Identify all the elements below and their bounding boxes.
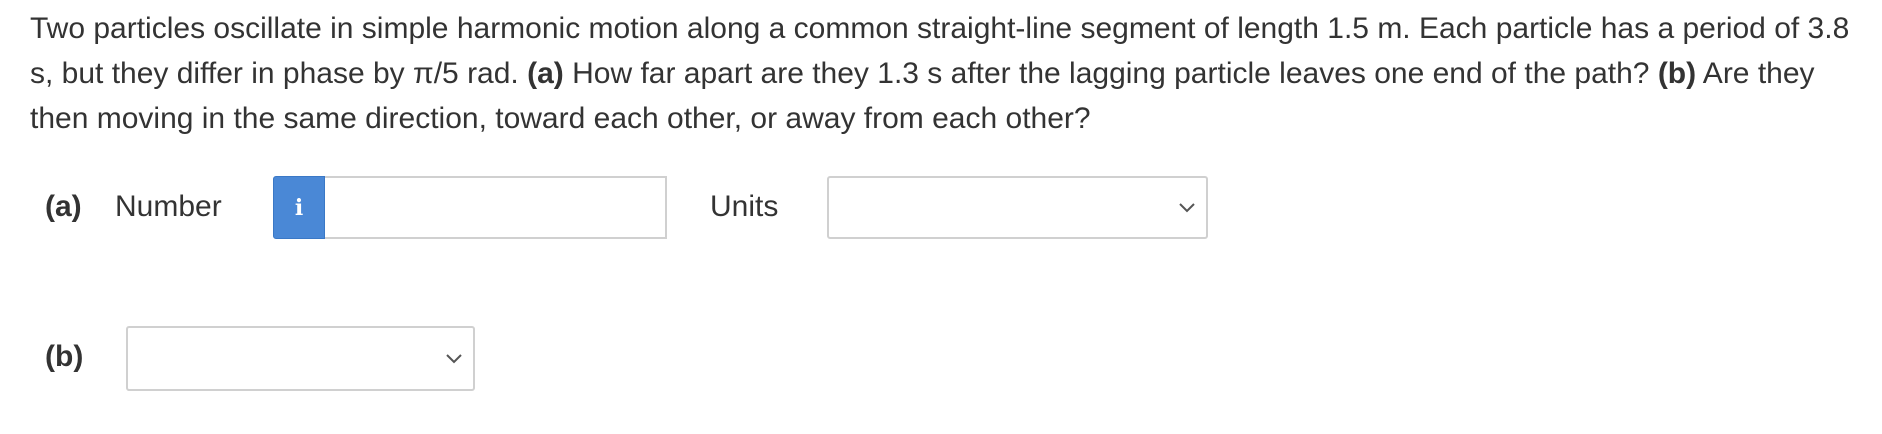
info-icon: i xyxy=(294,194,304,221)
question-text: Two particles oscillate in simple harmon… xyxy=(30,6,1870,141)
units-select[interactable] xyxy=(827,176,1208,239)
units-label: Units xyxy=(710,190,779,223)
chevron-down-icon xyxy=(446,353,462,363)
part-a-marker: (a) xyxy=(527,57,564,90)
chevron-down-icon xyxy=(1179,202,1195,212)
direction-select[interactable] xyxy=(126,326,475,391)
info-button[interactable]: i xyxy=(273,176,325,239)
part-b-marker: (b) xyxy=(1657,57,1697,90)
part-a-question: How far apart are they 1.3 s after the l… xyxy=(563,57,1658,90)
number-input[interactable] xyxy=(325,176,667,239)
part-a-label: (a) xyxy=(45,190,82,223)
part-b-label: (b) xyxy=(45,340,84,373)
number-label: Number xyxy=(115,190,222,223)
